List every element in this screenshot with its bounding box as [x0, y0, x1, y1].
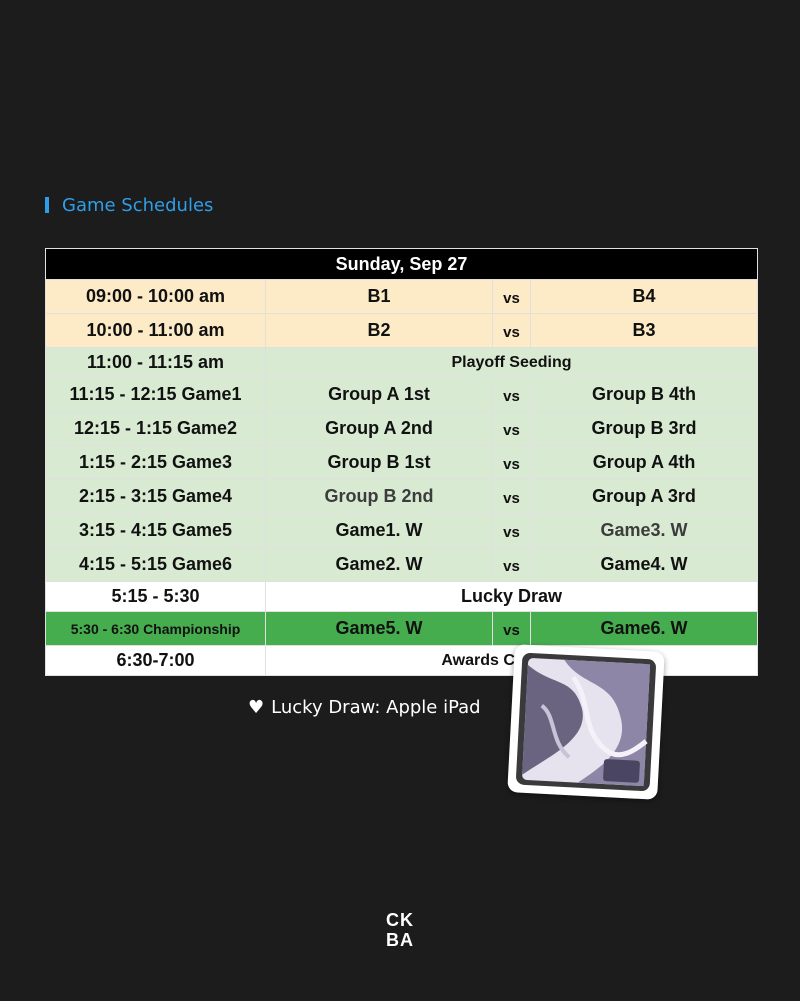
logo-line1: CK — [386, 910, 414, 930]
championship-row: 5:30 - 6:30 Championship Game5. W vs Gam… — [45, 611, 759, 646]
time-cell: 11:00 - 11:15 am — [45, 347, 266, 378]
table-header-row: Sunday, Sep 27 — [44, 248, 759, 280]
vs-cell: vs — [492, 313, 531, 348]
vs-cell: vs — [492, 547, 531, 582]
table-row: 1:15 - 2:15 Game3 Group B 1st vs Group A… — [45, 445, 759, 480]
vs-cell: vs — [492, 445, 531, 480]
time-cell: 10:00 - 11:00 am — [45, 313, 266, 348]
vs-cell: vs — [492, 479, 531, 514]
ckba-logo: CK BA — [386, 910, 414, 948]
event-cell: Awards Ceremony — [264, 645, 759, 676]
team2-cell: B4 — [529, 279, 759, 314]
team2-cell: Group A 3rd — [529, 479, 759, 514]
time-cell: 09:00 - 10:00 am — [45, 279, 266, 314]
team1-cell: Game2. W — [265, 547, 493, 582]
team1-cell: B2 — [265, 313, 493, 348]
table-row: 5:15 - 5:30 Lucky Draw — [45, 581, 759, 612]
ipad-illustration — [516, 652, 656, 792]
time-cell: 5:30 - 6:30 Championship — [45, 611, 266, 646]
table-row: 10:00 - 11:00 am B2 vs B3 — [45, 313, 759, 348]
lucky-draw-note-text: Lucky Draw: Apple iPad — [271, 697, 481, 718]
team1-cell: Group B 2nd — [265, 479, 493, 514]
time-cell: 2:15 - 3:15 Game4 — [45, 479, 266, 514]
time-cell: 6:30-7:00 — [45, 645, 266, 676]
team2-cell: Group B 3rd — [529, 411, 759, 446]
logo-line2: BA — [386, 930, 414, 948]
vs-cell: vs — [492, 279, 531, 314]
team1-cell: Group B 1st — [265, 445, 493, 480]
table-row: 09:00 - 10:00 am B1 vs B4 — [45, 279, 759, 314]
table-row: 4:15 - 5:15 Game6 Game2. W vs Game4. W — [45, 547, 759, 582]
title-bar-marker — [45, 197, 49, 213]
team2-cell: Game4. W — [529, 547, 759, 582]
team2-cell: Game6. W — [529, 611, 759, 646]
schedule-table: Sunday, Sep 27 09:00 - 10:00 am B1 vs B4… — [44, 248, 759, 676]
time-cell: 5:15 - 5:30 — [45, 581, 266, 612]
time-cell: 12:15 - 1:15 Game2 — [45, 411, 266, 446]
time-cell: 4:15 - 5:15 Game6 — [45, 547, 266, 582]
vs-cell: vs — [492, 377, 531, 412]
time-cell: 11:15 - 12:15 Game1 — [45, 377, 266, 412]
table-row: 3:15 - 4:15 Game5 Game1. W vs Game3. W — [45, 513, 759, 548]
event-cell: Playoff Seeding — [264, 347, 759, 378]
section-title: Game Schedules — [45, 193, 213, 217]
heart-icon: ♥ — [248, 697, 265, 718]
team2-cell: Group B 4th — [529, 377, 759, 412]
table-row: 12:15 - 1:15 Game2 Group A 2nd vs Group … — [45, 411, 759, 446]
table-row: 11:00 - 11:15 am Playoff Seeding — [45, 347, 759, 378]
lucky-draw-note: ♥ Lucky Draw: Apple iPad — [248, 697, 481, 718]
team2-cell: Group A 4th — [529, 445, 759, 480]
team1-cell: Game1. W — [265, 513, 493, 548]
ipad-image — [507, 644, 665, 800]
event-cell: Lucky Draw — [264, 581, 759, 612]
section-title-text: Game Schedules — [62, 194, 214, 216]
vs-cell: vs — [492, 513, 531, 548]
table-row: 2:15 - 3:15 Game4 Group B 2nd vs Group A… — [45, 479, 759, 514]
team1-cell: Group A 2nd — [265, 411, 493, 446]
table-row: 11:15 - 12:15 Game1 Group A 1st vs Group… — [45, 377, 759, 412]
team2-cell: B3 — [529, 313, 759, 348]
team1-cell: B1 — [265, 279, 493, 314]
team1-cell: Game5. W — [265, 611, 493, 646]
vs-cell: vs — [492, 411, 531, 446]
team1-cell: Group A 1st — [265, 377, 493, 412]
time-cell: 3:15 - 4:15 Game5 — [45, 513, 266, 548]
time-cell: 1:15 - 2:15 Game3 — [45, 445, 266, 480]
vs-cell: vs — [492, 611, 531, 646]
team2-cell: Game3. W — [529, 513, 759, 548]
schedule-date: Sunday, Sep 27 — [44, 248, 759, 280]
